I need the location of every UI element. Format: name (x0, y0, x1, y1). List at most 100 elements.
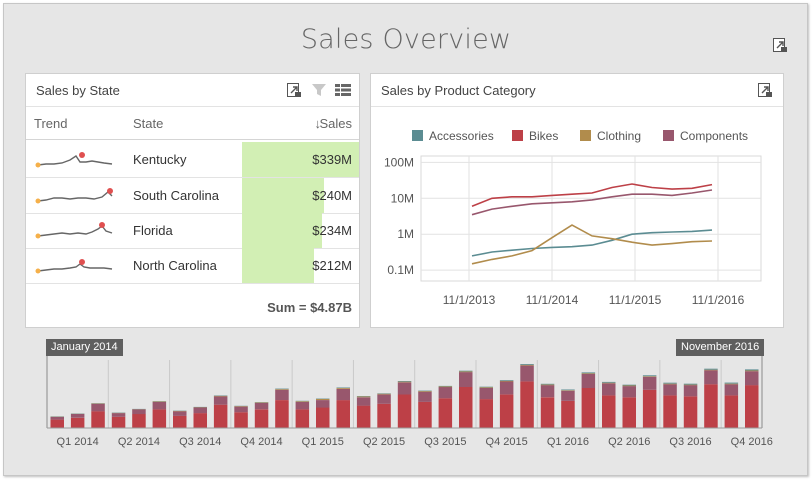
state-name: Kentucky (133, 152, 187, 167)
bar-segment-accessories (520, 364, 534, 365)
bar-segment-accessories (581, 372, 596, 374)
x-tick-label: 11/1/2016 (692, 293, 745, 307)
bar-segment-clothing (602, 382, 616, 384)
export-icon[interactable] (286, 82, 302, 98)
table-row[interactable]: South Carolina $240M (26, 178, 359, 214)
bar-segment-bikes (683, 396, 698, 428)
filter-icon[interactable] (311, 82, 327, 98)
bar-segment-components (602, 383, 616, 396)
quarter-label: Q3 2014 (179, 436, 221, 448)
bar-segment-bikes (459, 387, 473, 428)
legend-item-accessories[interactable]: Accessories (412, 129, 494, 143)
bar-segment-clothing (704, 369, 718, 371)
legend-item-clothing[interactable]: Clothing (580, 129, 641, 143)
bar-segment-components (70, 414, 85, 418)
sales-by-category-panel: Sales by Product Category Accessories Bi… (370, 73, 784, 328)
bar-segment-clothing (336, 387, 350, 389)
bar-segment-bikes (561, 401, 575, 428)
bar-segment-components (50, 416, 64, 420)
bar-segment-components (295, 401, 310, 410)
bar-segment-components (336, 388, 350, 401)
quarter-label: Q2 2015 (363, 436, 405, 448)
x-tick-label: 11/1/2014 (526, 293, 579, 307)
bar-segment-accessories (418, 390, 432, 392)
dashboard-title: Sales Overview (300, 24, 512, 55)
sparkline (35, 188, 113, 204)
plot-area (420, 155, 762, 282)
range-start-label[interactable]: January 2014 (46, 339, 123, 356)
bar-segment-components (724, 384, 739, 396)
legend-label: Clothing (597, 129, 642, 143)
bar-segment-components (479, 387, 493, 400)
bar-segment-bikes (173, 415, 187, 428)
column-header-sales[interactable]: Sales (319, 116, 352, 131)
quarter-label: Q3 2016 (669, 436, 711, 448)
sparkline (35, 259, 113, 274)
sales-value: $240M (312, 188, 352, 203)
bar-segment-bikes (356, 405, 371, 428)
bar-segment-clothing (561, 390, 575, 391)
sales-value: $234M (312, 223, 352, 238)
export-icon[interactable] (757, 82, 773, 98)
bar-segment-accessories (336, 387, 350, 388)
bar-segment-bikes (663, 395, 677, 428)
bar-segment-components (377, 394, 391, 404)
legend-item-components[interactable]: Components (663, 129, 748, 143)
table-row[interactable]: Kentucky $339M (26, 142, 359, 178)
bar-segment-components (642, 376, 657, 390)
bar-segment-clothing (479, 387, 493, 388)
state-name: Florida (133, 223, 173, 238)
bar-segment-components (316, 400, 330, 408)
bar-segment-components (520, 365, 534, 382)
bar-segment-clothing (356, 396, 371, 398)
bar-segment-components (540, 385, 555, 398)
table-row[interactable]: North Carolina $212M (26, 248, 359, 284)
bar-segment-clothing (683, 384, 698, 386)
bar-segment-components (152, 401, 167, 410)
bar-segment-components (254, 402, 269, 410)
quarter-label: Q2 2016 (608, 436, 650, 448)
export-icon[interactable] (772, 37, 788, 53)
bar-segment-clothing (642, 376, 657, 377)
bar-segment-bikes (50, 419, 64, 428)
range-end-label[interactable]: November 2016 (676, 339, 765, 356)
grid-view-icon[interactable] (334, 82, 351, 98)
bar-segment-bikes (745, 385, 759, 428)
range-selector-chart[interactable]: Q1 2014 Q2 2014 Q3 2014 Q4 2014 Q1 2015 Q2 20… (0, 340, 812, 470)
sales-bar (242, 248, 314, 283)
bar-segment-accessories (275, 388, 289, 390)
quarter-label: Q4 2014 (240, 436, 282, 448)
bar-segment-components (418, 391, 432, 402)
bar-segment-bikes (132, 414, 146, 428)
y-tick-label: 10M (391, 191, 414, 205)
bar-segment-accessories (622, 384, 636, 386)
quarter-label: Q4 2016 (731, 436, 773, 448)
table-row[interactable]: Florida $234M (26, 213, 359, 249)
bar-segment-clothing (316, 398, 330, 400)
bar-segment-components (663, 384, 677, 396)
y-tick-label: 1M (397, 227, 414, 241)
bar-segment-bikes (499, 394, 514, 428)
bar-segment-accessories (540, 383, 555, 385)
bar-segment-clothing (540, 384, 555, 386)
column-header-trend[interactable]: Trend (34, 116, 67, 131)
sales-bar (242, 213, 322, 248)
bar-segment-bikes (724, 395, 739, 428)
bar-segment-components (275, 389, 289, 400)
bar-segment-clothing (438, 386, 453, 388)
bar-segment-bikes (642, 389, 657, 428)
column-header-state[interactable]: State (133, 116, 163, 131)
quarter-label: Q1 2014 (57, 436, 99, 448)
bar-segment-components (173, 411, 187, 416)
bar-segment-clothing (213, 395, 228, 397)
bar-segment-components (499, 381, 514, 395)
legend-item-bikes[interactable]: Bikes (512, 129, 558, 143)
bar-segment-clothing (234, 406, 248, 407)
bar-segment-components (622, 386, 636, 398)
bar-segment-bikes (234, 412, 248, 428)
quarter-label: Q1 2016 (547, 436, 589, 448)
panel-header: Sales by State (26, 74, 359, 107)
bar-segment-bikes (520, 381, 534, 428)
bar-segment-bikes (438, 398, 453, 428)
bar-segment-clothing (377, 393, 391, 395)
